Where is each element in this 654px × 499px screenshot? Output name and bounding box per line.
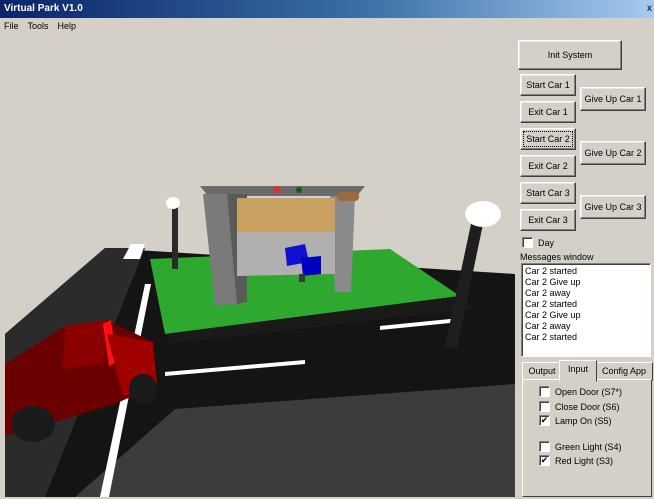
red-light-checkbox[interactable]: ✔ Red Light (S3) — [539, 455, 613, 466]
close-door-checkbox[interactable]: Close Door (S6) — [539, 401, 620, 412]
close-door-label: Close Door (S6) — [555, 401, 620, 412]
garage-door — [237, 198, 335, 234]
input-tab-panel: Open Door (S7*) Close Door (S6) ✔ Lamp O… — [522, 379, 652, 497]
red-car-wheel — [11, 406, 55, 442]
message-line: Car 2 Give up — [525, 277, 581, 287]
open-door-checkbox-box[interactable] — [539, 386, 550, 397]
exit-car-3-button[interactable]: Exit Car 3 — [520, 209, 576, 231]
lamp-post-left — [172, 206, 178, 269]
tab-input[interactable]: Input — [559, 360, 597, 382]
parking-scene — [5, 186, 515, 497]
day-checkbox[interactable]: Day — [522, 237, 554, 248]
window-title: Virtual Park V1.0 — [4, 3, 83, 14]
title-bar: Virtual Park V1.0 x — [0, 0, 654, 18]
green-light-checkbox-box[interactable] — [539, 441, 550, 452]
lamp-bulb-right — [465, 201, 501, 227]
message-line: Car 2 started — [525, 266, 578, 276]
open-door-checkbox[interactable]: Open Door (S7*) — [539, 386, 622, 397]
message-line: Car 2 Give up — [525, 310, 581, 320]
start-car-1-button[interactable]: Start Car 1 — [520, 74, 576, 96]
give-up-car-1-button[interactable]: Give Up Car 1 — [580, 87, 646, 111]
give-up-car-2-button[interactable]: Give Up Car 2 — [580, 141, 646, 165]
lamp-fixture — [337, 192, 359, 201]
menu-file[interactable]: File — [0, 18, 24, 34]
lamp-on-label: Lamp On (S5) — [555, 415, 612, 426]
start-car-2-button[interactable]: Start Car 2 — [520, 128, 576, 150]
messages-label: Messages window — [520, 252, 594, 262]
green-light-label: Green Light (S4) — [555, 441, 622, 452]
message-line: Car 2 started — [525, 332, 578, 342]
green-light-checkbox[interactable]: Green Light (S4) — [539, 441, 622, 452]
menu-tools[interactable]: Tools — [24, 18, 54, 34]
red-car-cabin — [63, 320, 107, 369]
lamp-bulb-left — [166, 197, 180, 209]
lamp-on-checkbox-box[interactable]: ✔ — [539, 415, 550, 426]
blue-car-wheel — [299, 274, 305, 282]
message-line: Car 2 started — [525, 299, 578, 309]
day-label: Day — [538, 237, 555, 248]
close-icon[interactable]: x — [647, 0, 652, 18]
messages-list: Car 2 started Car 2 Give up Car 2 away Car … — [525, 266, 647, 343]
red-light-label: Red Light (S3) — [555, 455, 614, 466]
menu-bar: File Tools Help — [0, 18, 654, 34]
red-car-wheel — [129, 374, 157, 404]
open-door-label: Open Door (S7*) — [555, 386, 623, 397]
day-checkbox-box[interactable] — [522, 237, 533, 248]
3d-viewport[interactable] — [5, 34, 515, 497]
menu-help[interactable]: Help — [54, 18, 82, 34]
give-up-car-3-button[interactable]: Give Up Car 3 — [580, 195, 646, 219]
messages-window[interactable]: Car 2 started Car 2 Give up Car 2 away Car … — [521, 263, 651, 357]
close-door-checkbox-box[interactable] — [539, 401, 550, 412]
start-car-3-button[interactable]: Start Car 3 — [520, 182, 576, 204]
exit-car-1-button[interactable]: Exit Car 1 — [520, 101, 576, 123]
message-line: Car 2 away — [525, 288, 571, 298]
message-line: Car 2 away — [525, 321, 571, 331]
red-light — [274, 187, 280, 193]
blue-car-part — [301, 256, 321, 276]
red-light-checkbox-box[interactable]: ✔ — [539, 455, 550, 466]
init-system-button[interactable]: Init System — [518, 40, 622, 70]
exit-car-2-button[interactable]: Exit Car 2 — [520, 155, 576, 177]
lamp-on-checkbox[interactable]: ✔ Lamp On (S5) — [539, 415, 612, 426]
green-light — [296, 187, 302, 193]
